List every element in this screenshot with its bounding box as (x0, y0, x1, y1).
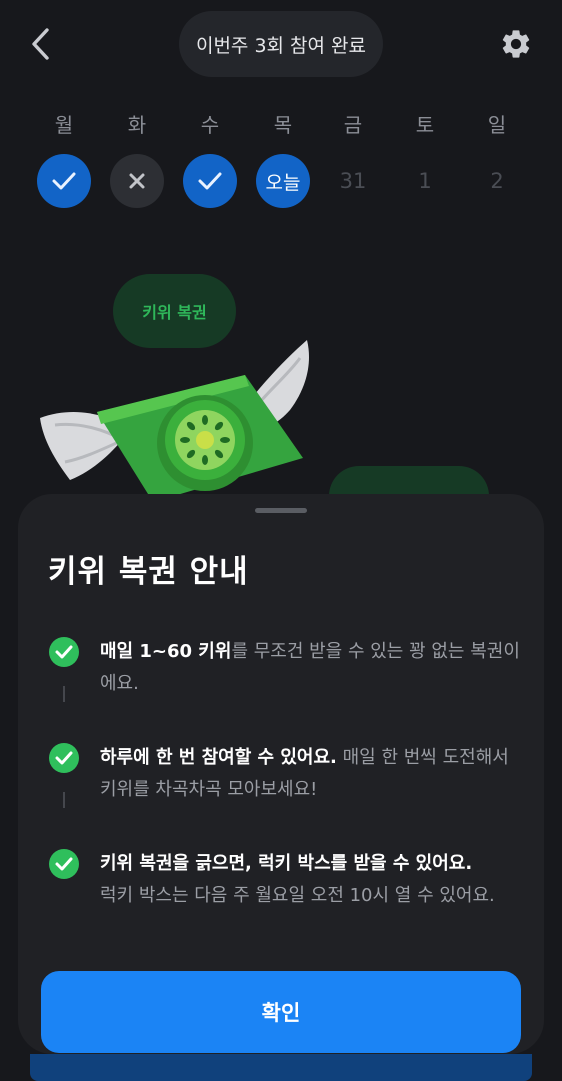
day-thursday: 목 오늘 (247, 110, 319, 208)
step-connector (63, 686, 65, 702)
confirm-button[interactable]: 확인 (41, 971, 521, 1053)
day-monday: 월 (28, 110, 100, 208)
day-label: 일 (487, 113, 507, 137)
sheet-title: 키위 복권 안내 (48, 554, 249, 590)
info-text: 키위 복권을 긁으면, 럭키 박스를 받을 수 있어요. 럭키 박스는 다음 주 … (100, 848, 530, 912)
day-tuesday: 화 (101, 110, 173, 208)
day-wednesday: 수 (174, 110, 246, 208)
info-text: 하루에 한 번 참여할 수 있어요. 매일 한 번씩 도전해서 키위를 차곡차곡… (100, 742, 530, 806)
day-today: 오늘 (256, 154, 310, 208)
day-status-done (183, 154, 237, 208)
check-icon (52, 172, 76, 190)
info-highlight: 하루에 한 번 참여할 수 있어요. (100, 747, 337, 768)
day-date: 2 (490, 169, 504, 193)
info-bottom-sheet: 키위 복권 안내 매일 1~60 키위를 무조건 받을 수 있는 꽝 없는 복권… (18, 494, 544, 1054)
check-circle-icon (48, 636, 80, 668)
back-button[interactable] (22, 26, 58, 62)
weekly-status-pill: 이번주 3회 참여 완료 (179, 11, 383, 77)
day-sunday: 일 2 (461, 110, 533, 208)
day-date: 31 (339, 169, 367, 193)
day-label: 화 (127, 113, 147, 137)
info-highlight: 매일 1~60 키위 (100, 641, 232, 662)
day-status-done (37, 154, 91, 208)
check-circle-icon (48, 848, 80, 880)
day-label: 목 (273, 113, 293, 137)
info-highlight: 키위 복권을 긁으면, 럭키 박스를 받을 수 있어요. (100, 853, 473, 874)
sheet-drag-handle[interactable] (255, 508, 307, 513)
day-label: 금 (343, 113, 363, 137)
check-icon (198, 172, 222, 190)
day-label: 수 (200, 113, 220, 137)
day-label: 토 (415, 113, 435, 137)
close-icon (129, 173, 145, 189)
background-button-peek (30, 1054, 532, 1081)
chevron-left-icon (32, 28, 49, 60)
step-connector (63, 792, 65, 808)
day-status-missed (110, 154, 164, 208)
gear-icon (502, 30, 530, 58)
info-detail: 럭키 박스는 다음 주 월요일 오전 10시 열 수 있어요. (100, 885, 495, 906)
day-saturday: 토 1 (389, 110, 461, 208)
day-label: 월 (54, 113, 74, 137)
day-date: 1 (418, 169, 432, 193)
day-friday: 금 31 (317, 110, 389, 208)
winged-ticket-illustration (40, 340, 310, 502)
settings-button[interactable] (496, 24, 536, 64)
check-circle-icon (48, 742, 80, 774)
info-text: 매일 1~60 키위를 무조건 받을 수 있는 꽝 없는 복권이에요. (100, 636, 530, 700)
